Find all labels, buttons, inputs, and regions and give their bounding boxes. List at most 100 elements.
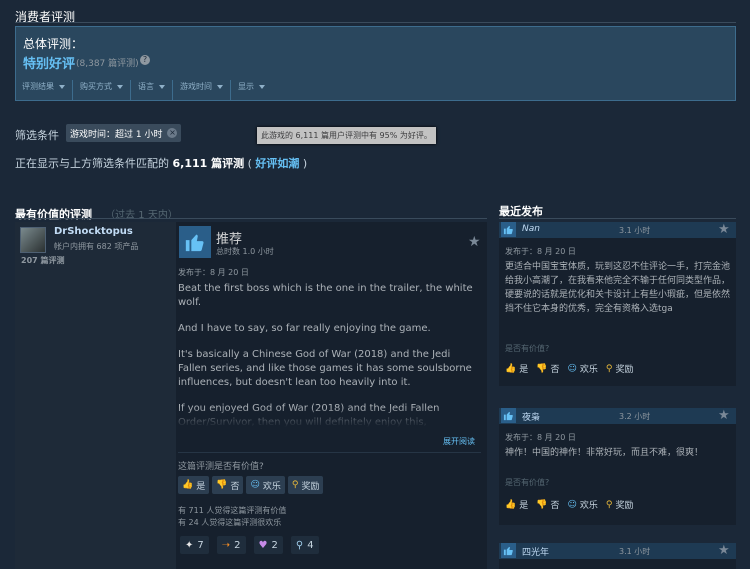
award-button[interactable]: ⚲ 奖励: [605, 498, 634, 512]
thumbs-up-icon: [501, 408, 516, 423]
helpful-question: 是否有价值?: [505, 478, 550, 487]
helpful-counts: 有 711 人觉得这篇评测有价值 有 24 人觉得这篇评测很欢乐: [178, 505, 286, 529]
star-icon[interactable]: ★: [718, 408, 730, 423]
filter-label: 评测结果: [22, 82, 54, 91]
filtered-rating: 好评如潮: [255, 157, 300, 170]
recent-review-card: 夜枭 3.2 小时 ★ 发布于：8 月 20 日 神作！中国的神作！非常好玩，而…: [499, 408, 736, 525]
recent-review-header[interactable]: Nan 3.1 小时 ★: [499, 222, 736, 238]
vote-yes-label: 是: [519, 365, 529, 375]
vote-funny-button[interactable]: ☺ 欢乐: [246, 476, 285, 494]
active-filters-label: 筛选条件: [15, 129, 59, 142]
funny-count-line: 有 24 人觉得这篇评测很欢乐: [178, 518, 282, 527]
thumbs-down-icon: 👎: [216, 480, 228, 490]
helpful-count-line: 有 711 人觉得这篇评测有价值: [178, 506, 287, 515]
read-more-link[interactable]: 展开阅读: [443, 436, 475, 447]
summary-rating[interactable]: 特别好评: [23, 53, 75, 72]
medal-award-icon: ⚲: [295, 539, 304, 551]
heart-award-icon: ♥: [258, 539, 268, 551]
chevron-down-icon: [259, 85, 265, 89]
helpful-title: 最有价值的评测: [15, 208, 92, 221]
author-name[interactable]: DrShocktopus: [54, 226, 133, 237]
showing-prefix: 正在显示与上方筛选条件匹配的: [15, 157, 169, 170]
avatar[interactable]: [20, 227, 46, 253]
author-reviews[interactable]: 207 篇评测: [21, 255, 64, 266]
smiley-icon: ☺: [567, 363, 577, 374]
filter-label: 语言: [138, 82, 154, 91]
vote-yes-button[interactable]: 👍 是: [505, 498, 529, 512]
posted-date: 发布于：8 月 20 日: [178, 268, 249, 277]
award-button[interactable]: ⚲ 奖励: [287, 476, 324, 494]
showing-summary: 正在显示与上方筛选条件匹配的 6,111 篇评测 ( 好评如潮 ): [15, 155, 307, 171]
recent-review-card: Nan 3.1 小时 ★ 发布于：8 月 20 日 更适合中国宝宝体质，玩到这忍…: [499, 222, 736, 386]
helpful-question: 是否有价值?: [505, 344, 550, 353]
review-paragraph: Beat the first boss which is the one in …: [178, 283, 473, 308]
chevron-down-icon: [59, 85, 65, 89]
thumbs-up-icon: 👍: [505, 499, 517, 510]
vote-funny-button[interactable]: ☺ 欢乐: [567, 498, 598, 512]
reviewer-name[interactable]: Nan: [522, 224, 540, 234]
award-item[interactable]: ➝ 2: [216, 536, 246, 554]
chevron-down-icon: [117, 85, 123, 89]
awards-row: ✦ 7 ➝ 2 ♥ 2 ⚲ 4: [180, 536, 319, 554]
hours-played: 3.1 小时: [619, 226, 651, 235]
vote-funny-button[interactable]: ☺ 欢乐: [567, 362, 598, 376]
hours-played: 3.1 小时: [619, 547, 651, 556]
recommendation-label: 推荐: [216, 232, 243, 247]
vote-yes-button[interactable]: 👍 是: [505, 362, 529, 376]
review-body: 推荐 总时数 1.0 小时 ★ 发布于：8 月 20 日 Beat the fi…: [178, 222, 487, 569]
vote-no-button[interactable]: 👎 否: [536, 498, 560, 512]
award-item[interactable]: ♥ 2: [253, 536, 283, 554]
vote-header[interactable]: 推荐 总时数 1.0 小时 ★: [178, 226, 487, 261]
filter-chip-label: 游戏时间：超过 1 小时: [70, 129, 163, 140]
star-icon[interactable]: ★: [468, 234, 481, 250]
active-filter-chip[interactable]: 游戏时间：超过 1 小时 ×: [66, 124, 182, 142]
award-item[interactable]: ⚲ 4: [290, 536, 319, 554]
vote-no-label: 否: [230, 481, 240, 492]
filter-purchase-type[interactable]: 购买方式: [72, 80, 130, 100]
text-fade: [178, 407, 481, 427]
vote-yes-label: 是: [519, 501, 529, 511]
filter-display[interactable]: 显示: [230, 80, 272, 100]
filter-language[interactable]: 语言: [130, 80, 172, 100]
summary-label: 总体评测：: [23, 37, 84, 51]
author-products[interactable]: 帐户内拥有 682 项产品: [54, 241, 138, 252]
star-icon[interactable]: ★: [718, 222, 730, 237]
review-text: Beat the first boss which is the one in …: [178, 282, 481, 427]
vote-funny-label: 欢乐: [579, 501, 598, 511]
award-item[interactable]: ✦ 7: [180, 536, 209, 554]
helpful-divider: [15, 218, 487, 219]
reviewer-name[interactable]: 夜枭: [522, 410, 540, 423]
close-icon[interactable]: ×: [167, 128, 178, 138]
hours-played: 3.2 小时: [619, 412, 651, 421]
filter-playtime[interactable]: 游戏时间: [172, 80, 230, 100]
vote-no-label: 否: [550, 501, 560, 511]
thumbs-up-icon: 👍: [182, 480, 194, 490]
helpful-period: （过去 1 天内）: [105, 210, 178, 221]
vote-no-button[interactable]: 👎 否: [212, 476, 244, 494]
showing-open-paren: (: [247, 157, 252, 170]
filter-label: 购买方式: [80, 82, 112, 91]
thumbs-up-icon: 👍: [505, 363, 517, 374]
reviewer-name[interactable]: 四光年: [522, 545, 549, 558]
help-icon[interactable]: ?: [140, 55, 150, 65]
award-icon: ⚲: [605, 363, 613, 374]
vote-funny-label: 欢乐: [262, 481, 281, 492]
filter-review-type[interactable]: 评测结果: [15, 80, 72, 100]
award-button[interactable]: ⚲ 奖励: [605, 362, 634, 376]
chevron-down-icon: [159, 85, 165, 89]
section-divider: [15, 22, 736, 23]
posted-date: 发布于：8 月 20 日: [505, 433, 576, 442]
star-icon[interactable]: ★: [718, 543, 730, 558]
smiley-icon: ☺: [567, 499, 577, 510]
vote-funny-label: 欢乐: [579, 365, 598, 375]
review-paragraph: It's basically a Chinese God of War (201…: [178, 349, 472, 388]
rating-tooltip: 此游戏的 6,111 篇用户评测中有 95% 为好评。: [257, 127, 436, 144]
recent-divider: [499, 218, 736, 219]
vote-no-button[interactable]: 👎 否: [536, 362, 559, 376]
recent-review-header[interactable]: 四光年 3.1 小时 ★: [499, 543, 736, 559]
award-label: 奖励: [615, 501, 634, 511]
recent-review-header[interactable]: 夜枭 3.2 小时 ★: [499, 408, 736, 424]
vote-yes-button[interactable]: 👍 是: [178, 476, 210, 494]
hours-played: 总时数 1.0 小时: [216, 247, 274, 256]
award-icon: ⚲: [605, 499, 613, 510]
